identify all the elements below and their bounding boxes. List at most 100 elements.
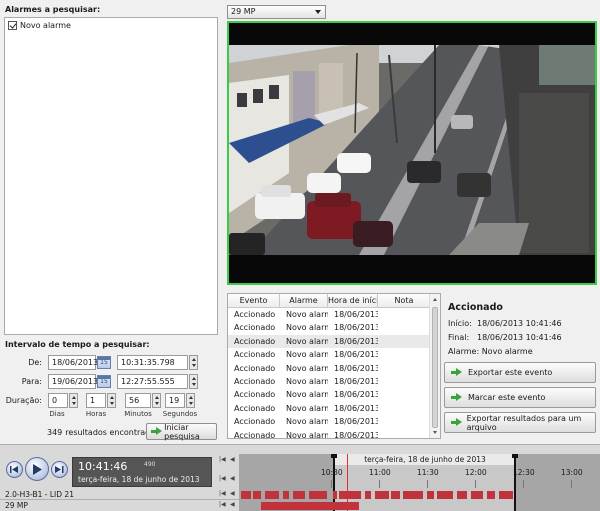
timeline[interactable]: terça-feira, 18 de junho de 2013 10:30 11… — [239, 454, 600, 511]
alarm-item[interactable]: Novo alarme — [8, 21, 71, 30]
alarms-list[interactable]: Novo alarme — [4, 17, 218, 335]
table-row[interactable]: Accionado Novo alarm 18/06/2013 — [228, 308, 431, 321]
event-mark[interactable] — [339, 491, 361, 499]
event-mark[interactable] — [427, 491, 434, 499]
timeline-start-icon[interactable]: |◀ — [219, 456, 226, 463]
table-row[interactable]: Accionado Novo alarm 18/06/2013 — [228, 348, 431, 361]
table-row[interactable]: Accionado Novo alarm 18/06/2013 — [228, 362, 431, 375]
table-cell — [378, 321, 431, 334]
col-header-alarm[interactable]: Alarme — [280, 294, 328, 308]
play-button[interactable] — [25, 457, 49, 481]
event-mark[interactable] — [293, 491, 305, 499]
start-value: 18/06/2013 10:41:46 — [477, 319, 562, 328]
start-search-button[interactable]: Iniciar pesquisa — [146, 423, 217, 441]
alarm-item-label: Novo alarme — [20, 21, 71, 30]
track-events-bar[interactable] — [239, 502, 600, 510]
timeline-start-icon[interactable]: |◀ — [219, 490, 226, 497]
duration-hours-field[interactable]: 1 — [86, 393, 106, 408]
event-mark[interactable] — [253, 491, 261, 499]
table-cell: Accionado — [234, 363, 276, 373]
alarm-checkbox[interactable] — [8, 21, 17, 30]
event-mark[interactable] — [283, 491, 289, 499]
rewind-icon — [10, 466, 18, 473]
duration-days-stepper[interactable] — [69, 393, 78, 408]
table-cell: Accionado — [234, 390, 276, 400]
col-header-event[interactable]: Evento — [228, 294, 280, 308]
duration-minutes-stepper[interactable] — [152, 393, 161, 408]
video-frame[interactable] — [227, 21, 597, 285]
duration-seconds-field[interactable]: 19 — [165, 393, 185, 408]
events-scrollbar[interactable] — [429, 294, 440, 438]
scroll-down-icon[interactable] — [433, 431, 437, 434]
camera-select[interactable]: 29 MP — [227, 5, 326, 19]
table-cell: Novo alarm — [286, 350, 328, 360]
table-cell: Accionado — [234, 376, 276, 386]
table-row[interactable]: Accionado Novo alarm 18/06/2013 — [228, 388, 431, 401]
end-label: Final: — [448, 333, 470, 342]
from-time-stepper[interactable] — [189, 355, 198, 370]
event-mark[interactable] — [309, 491, 327, 499]
table-cell: 18/06/2013 — [334, 363, 378, 373]
event-mark[interactable] — [333, 491, 337, 499]
interval-section-title: Intervalo de tempo a pesquisar: — [5, 340, 150, 349]
col-header-note[interactable]: Nota — [378, 294, 431, 308]
timeline-back-icon[interactable]: ◀ — [230, 501, 235, 508]
next-frame-button[interactable] — [51, 461, 68, 478]
scroll-up-icon[interactable] — [433, 298, 437, 301]
table-row[interactable]: Accionado Novo alarm 18/06/2013 — [228, 334, 431, 349]
timeline-start-icon[interactable]: |◀ — [219, 501, 226, 508]
range-start-grip[interactable] — [331, 454, 337, 458]
timeline-back-icon[interactable]: ◀ — [230, 490, 235, 497]
to-date-field[interactable]: 19/06/2013 — [48, 374, 98, 389]
camera-select-value: 29 MP — [231, 7, 256, 16]
from-time-field[interactable]: 10:31:35.798 — [117, 355, 188, 370]
green-arrow-icon — [451, 418, 462, 427]
mark-event-label: Marcar este evento — [468, 393, 546, 402]
table-row[interactable]: Accionado Novo alarm 18/06/2013 — [228, 429, 431, 438]
timeline-start-icon[interactable]: |◀ — [219, 475, 226, 482]
to-calendar-icon[interactable]: 15 — [97, 375, 111, 388]
table-cell — [378, 429, 431, 438]
event-mark[interactable] — [471, 491, 483, 499]
table-cell — [378, 348, 431, 361]
event-mark[interactable] — [403, 491, 423, 499]
timeline-back-icon[interactable]: ◀ — [230, 475, 235, 482]
to-time-stepper[interactable] — [189, 374, 198, 389]
range-end-grip[interactable] — [512, 454, 518, 458]
event-mark[interactable] — [391, 491, 400, 499]
table-cell: Novo alarm — [286, 417, 328, 427]
timeline-date: terça-feira, 18 de junho de 2013 — [334, 454, 516, 465]
scroll-thumb[interactable] — [432, 307, 438, 428]
event-mark[interactable] — [265, 491, 279, 499]
col-header-start-time[interactable]: Hora de início — [328, 294, 378, 308]
from-calendar-icon[interactable]: 15 — [97, 356, 111, 369]
duration-days-field[interactable]: 0 — [48, 393, 68, 408]
table-row[interactable]: Accionado Novo alarm 18/06/2013 — [228, 402, 431, 415]
previous-frame-button[interactable] — [6, 461, 23, 478]
event-mark[interactable] — [365, 491, 371, 499]
from-date-field[interactable]: 18/06/2013 — [48, 355, 98, 370]
duration-minutes-field[interactable]: 56 — [125, 393, 151, 408]
duration-seconds-stepper[interactable] — [186, 393, 195, 408]
export-event-button[interactable]: Exportar este evento — [444, 362, 596, 383]
timeline-back-icon[interactable]: ◀ — [230, 456, 235, 463]
event-mark[interactable] — [487, 491, 495, 499]
to-time-field[interactable]: 12:27:55.555 — [117, 374, 188, 389]
events-table[interactable]: Evento Alarme Hora de início Nota Accion… — [227, 293, 441, 439]
event-mark[interactable] — [437, 491, 453, 499]
timeline-tick — [427, 480, 428, 488]
track-events-bar[interactable] — [239, 491, 600, 499]
table-row[interactable]: Accionado Novo alarm 18/06/2013 — [228, 375, 431, 388]
timeline-tick-label: 13:00 — [561, 468, 583, 477]
table-row[interactable]: Accionado Novo alarm 18/06/2013 — [228, 415, 431, 428]
event-mark[interactable] — [241, 491, 251, 499]
table-row[interactable]: Accionado Novo alarm 18/06/2013 — [228, 321, 431, 334]
event-mark[interactable] — [457, 491, 467, 499]
event-mark[interactable] — [261, 502, 359, 510]
mark-event-button[interactable]: Marcar este evento — [444, 387, 596, 408]
event-mark[interactable] — [499, 491, 513, 499]
event-mark[interactable] — [375, 491, 389, 499]
export-results-button[interactable]: Exportar resultados para um arquivo — [444, 412, 596, 433]
table-cell: 18/06/2013 — [334, 323, 378, 333]
duration-hours-stepper[interactable] — [107, 393, 116, 408]
